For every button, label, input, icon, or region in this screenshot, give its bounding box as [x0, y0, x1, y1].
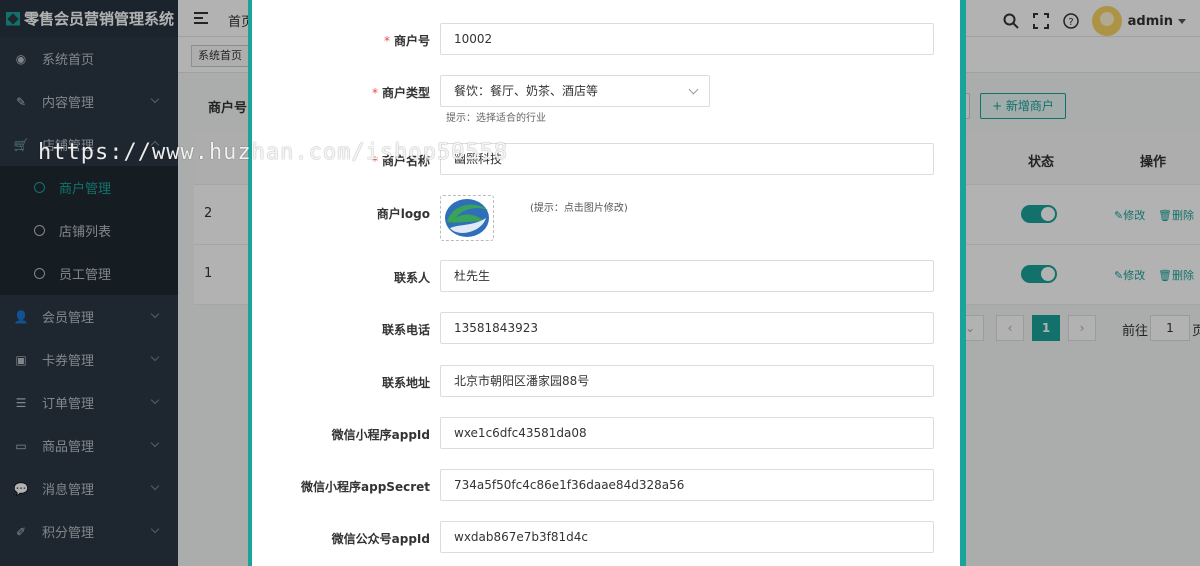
oa-appid-label: 微信公众号appId	[331, 532, 430, 546]
mp-appid-label: 微信小程序appId	[331, 428, 430, 442]
phone-label: 联系电话	[381, 323, 430, 337]
phone-input[interactable]: 13581843923	[440, 312, 934, 344]
address-label: 联系地址	[381, 376, 430, 390]
address-input[interactable]: 北京市朝阳区潘家园88号	[440, 365, 934, 397]
edit-merchant-dialog: * 商户号 10002 * 商户类型 餐饮：餐厅、奶茶、酒店等 提示：选择适合的行业…	[248, 0, 966, 566]
contact-input[interactable]: 杜先生	[440, 260, 934, 292]
merchant-name-label: * 商户名称	[371, 154, 430, 168]
mp-appid-input[interactable]: wxe1c6dfc43581da08	[440, 417, 934, 449]
merchant-logo-image	[445, 199, 489, 237]
oa-appid-input[interactable]: wxdab867e7b3f81d4c	[440, 521, 934, 553]
chevron-down-icon	[688, 84, 699, 95]
contact-label: 联系人	[393, 271, 430, 285]
merchant-type-select[interactable]: 餐饮：餐厅、奶茶、酒店等	[440, 75, 710, 107]
merchant-no-label: * 商户号	[383, 34, 430, 48]
mp-secret-input[interactable]: 734a5f50fc4c86e1f36daae84d328a56	[440, 469, 934, 501]
merchant-name-input[interactable]: 幽熙科技	[440, 143, 934, 175]
merchant-logo-label: 商户logo	[376, 207, 430, 221]
merchant-type-hint: 提示：选择适合的行业	[446, 113, 546, 124]
merchant-type-label: * 商户类型	[371, 86, 430, 100]
merchant-no-input[interactable]: 10002	[440, 23, 934, 55]
logo-hint: (提示：点击图片修改)	[530, 203, 628, 214]
mp-secret-label: 微信小程序appSecret	[301, 480, 430, 494]
logo-upload[interactable]	[440, 195, 494, 241]
